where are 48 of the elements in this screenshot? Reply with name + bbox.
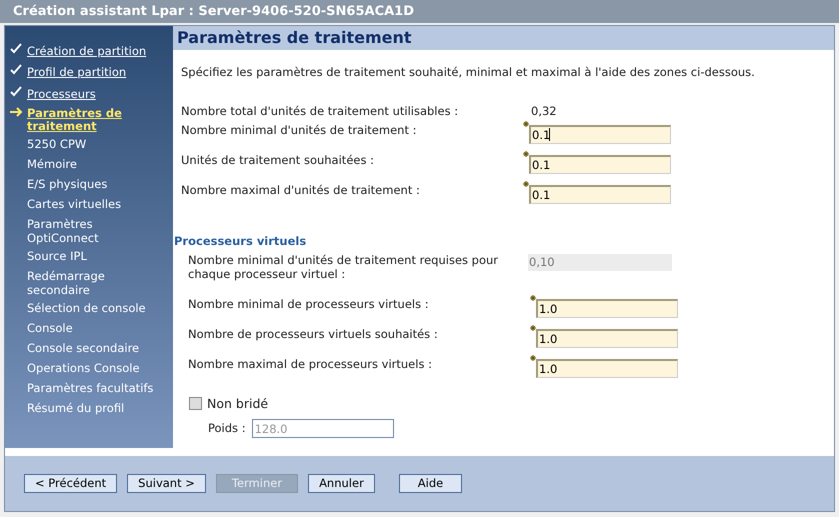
input-field[interactable]: 1.0 — [536, 328, 678, 348]
field-label: Nombre minimal d'unités de traitement : — [181, 122, 418, 140]
step-item: Résumé du profil — [27, 400, 126, 415]
input-field[interactable]: 0.1 — [529, 125, 671, 144]
field-label: Nombre de processeurs virtuels souhaités : — [188, 326, 439, 342]
step-link[interactable]: Processeurs — [27, 86, 96, 103]
step-item: 5250 CPW — [27, 136, 88, 151]
field-label: Poids : — [208, 420, 246, 438]
wizard-button[interactable]: < Précédent — [24, 474, 118, 493]
wizard-button[interactable]: Annuler — [308, 474, 375, 493]
window-title: Création assistant Lpar : Server-9406-520-SN65ACA1D — [13, 2, 414, 21]
step-item: Operations Console — [27, 360, 141, 375]
step-link[interactable]: Création de partition — [27, 43, 146, 60]
field-label: Nombre maximal de processeurs virtuels : — [188, 356, 433, 372]
step-item: Console — [27, 320, 74, 335]
step-item: Paramètres facultatifs — [27, 380, 154, 395]
wizard-button[interactable]: Suivant > — [127, 474, 206, 493]
wizard-button[interactable]: Aide — [398, 474, 462, 493]
input-field[interactable]: 1.0 — [536, 358, 678, 378]
step-item: E/S physiques — [27, 176, 108, 191]
page-heading: Paramètres de traitement — [177, 27, 412, 49]
checkbox-label: Non bridé — [207, 394, 268, 412]
field-label: Nombre minimal de processeurs virtuels : — [188, 296, 430, 312]
step-item: Redémarrage secondaire — [27, 268, 106, 297]
step-item: Cartes virtuelles — [27, 196, 122, 211]
step-item: Paramètres OptiConnect — [27, 216, 100, 245]
section-heading: Processeurs virtuels — [174, 233, 308, 250]
step-link[interactable]: Profil de partition — [27, 64, 126, 82]
readonly-field: 0,10 — [528, 254, 672, 270]
check-icon — [10, 64, 22, 76]
arrow-icon — [9, 106, 23, 117]
checkbox[interactable] — [189, 397, 202, 410]
field-label: Nombre total d'unités de traitement utilisables : — [181, 102, 460, 120]
input-field[interactable]: 1.0 — [536, 298, 678, 318]
check-icon — [10, 43, 22, 54]
input-field[interactable]: 0.1 — [529, 185, 671, 204]
step-item: Source IPL — [27, 248, 88, 263]
intro-text: Spécifiez les paramètres de traitement souhaité, minimal et maximal à l'aide des zones ci-dessous. — [181, 64, 756, 81]
check-icon — [10, 86, 22, 96]
step-item: Sélection de console — [27, 300, 147, 315]
step-item: Mémoire — [27, 156, 78, 171]
field-value: 0,32 — [531, 102, 557, 120]
field-label: Nombre maximal d'unités de traitement : — [181, 182, 421, 200]
field-label: Nombre minimal d'unités de traitement requises pour chaque processeur virtuel : — [188, 252, 500, 280]
input-field[interactable]: 0.1 — [529, 155, 671, 174]
step-item: Console secondaire — [27, 340, 140, 355]
current-step: Paramètres de traitement — [27, 106, 137, 133]
field-label: Unités de traitement souhaitées : — [181, 152, 375, 170]
